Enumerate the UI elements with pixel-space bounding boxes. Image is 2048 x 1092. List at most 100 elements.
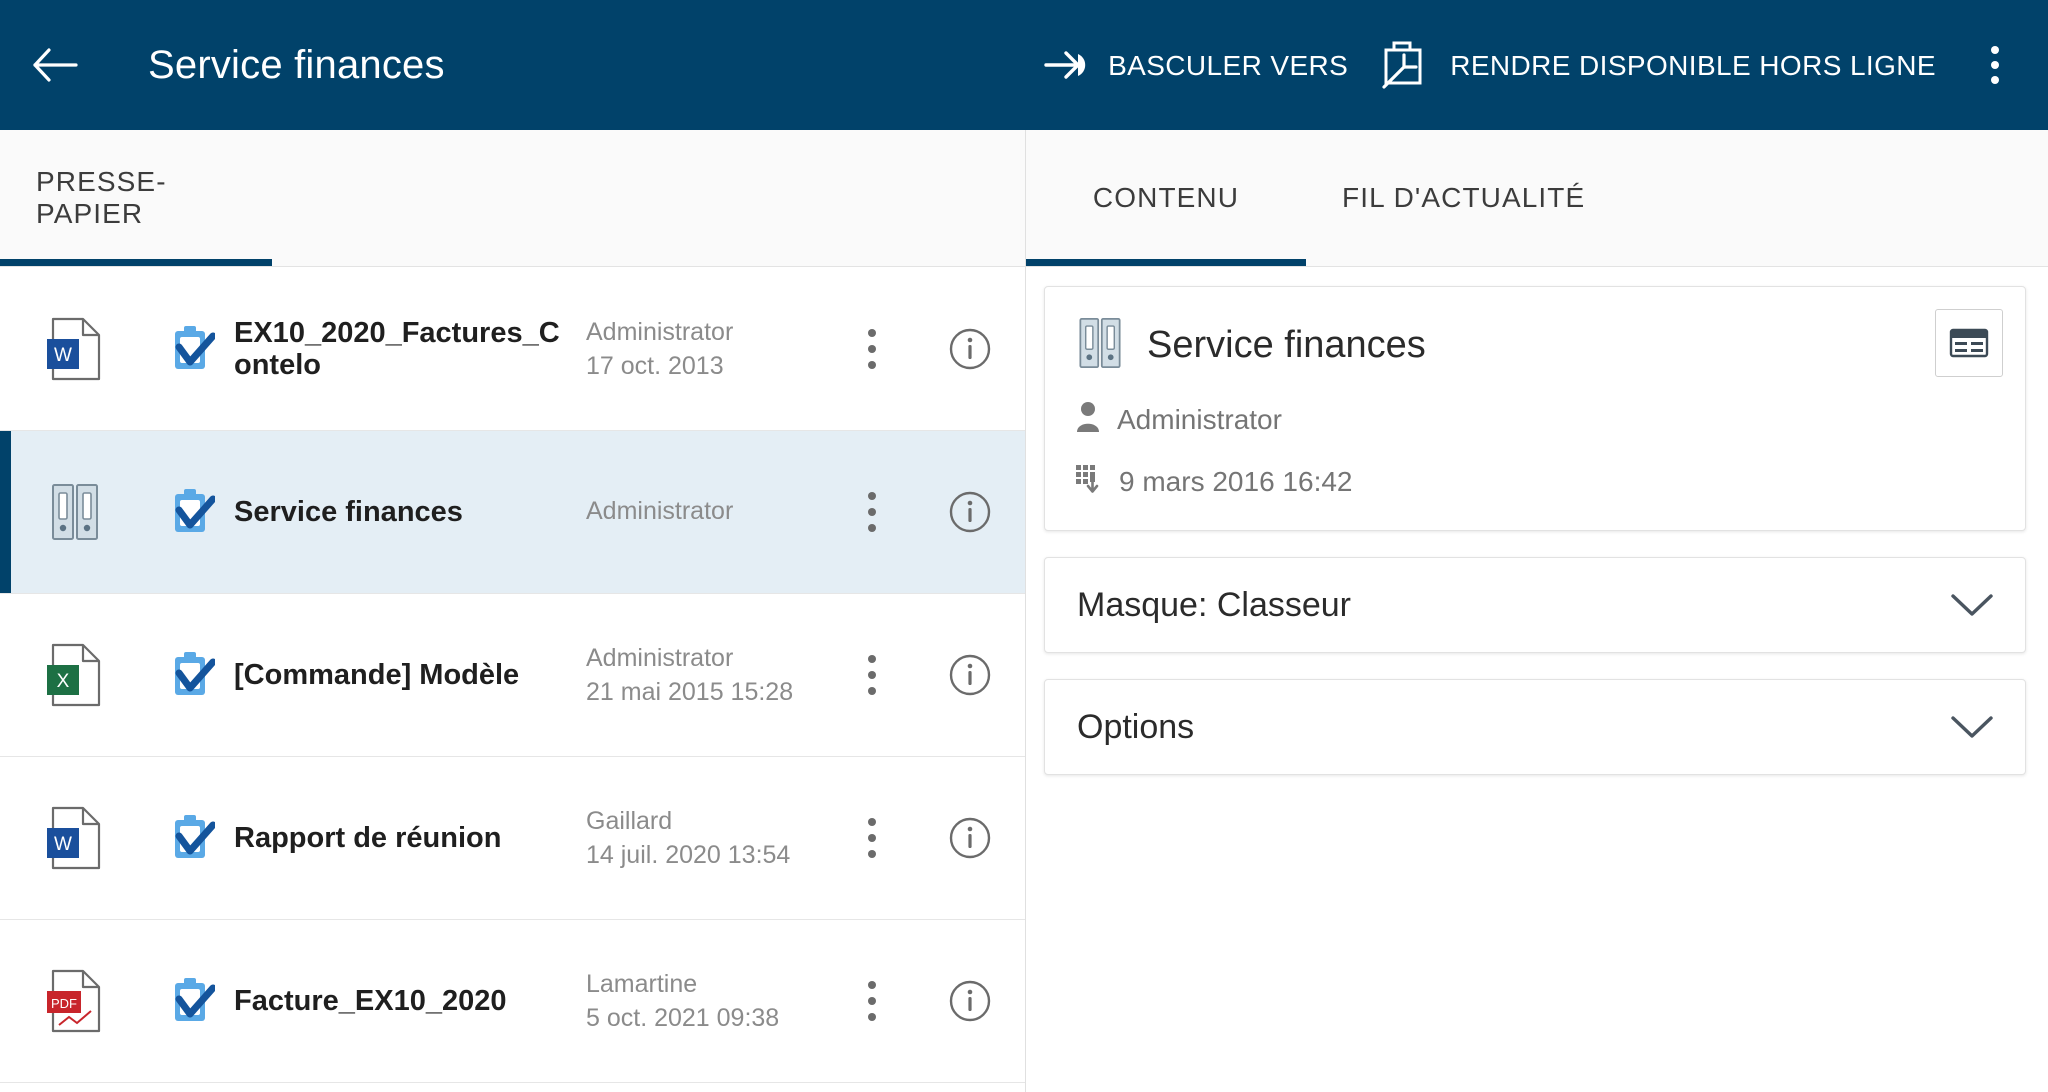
clipboard-check-icon [150,487,234,537]
list-item[interactable]: Service finances Administrator [0,431,1025,594]
kebab-menu-icon [868,492,876,532]
list-item-meta: Administrator 21 mai 2015 15:28 [582,642,829,708]
arrow-switch-icon [1044,51,1086,79]
accordion-options-label: Options [1077,707,1195,746]
calendar-date-icon [1075,463,1103,500]
detail-body: Service finances Administrator 9 mars 20… [1026,268,2048,1092]
word-document-icon: W [0,317,150,381]
list-item-info-button[interactable] [915,979,1025,1023]
briefcase-offline-icon [1382,41,1422,89]
switch-to-button[interactable]: BASCULER VERS [1028,0,1364,130]
info-circle-icon [949,980,991,1022]
left-panel: PRESSE-PAPIER W EX10_2020_Factures_Conte… [0,130,1026,1092]
list-item-meta: Gaillard 14 juil. 2020 13:54 [582,805,829,871]
list-item-date: 5 oct. 2021 09:38 [586,1004,780,1032]
tab-fil-actualite[interactable]: FIL D'ACTUALITÉ [1306,129,1621,266]
list-item-name: Service finances [234,495,463,528]
list-item-date: 21 mai 2015 15:28 [586,678,794,706]
list-item-info-button[interactable] [915,490,1025,534]
back-button[interactable] [0,0,110,130]
chevron-down-icon [1949,582,1995,628]
list-item-author: Administrator [586,644,734,672]
list-item-info-button[interactable] [915,327,1025,371]
switch-to-label: BASCULER VERS [1108,50,1349,81]
arrow-left-icon [33,48,78,82]
list-item-info-button[interactable] [915,653,1025,697]
clipboard-check-icon [150,976,234,1026]
svg-text:W: W [54,834,72,855]
pdf-document-icon: PDF [0,969,150,1033]
file-list[interactable]: W EX10_2020_Factures_Contelo Administrat… [0,268,1025,1092]
right-tabbar: CONTENU FIL D'ACTUALITÉ [1026,130,2048,267]
detail-card-title-row: Service finances [1075,315,1995,376]
tab-presse-papier-label: PRESSE-PAPIER [36,165,167,229]
detail-meta-date: 9 mars 2016 16:42 [1075,463,1995,500]
appbar-overflow-button[interactable] [1952,0,2038,130]
clipboard-check-icon [150,650,234,700]
info-circle-icon [949,654,991,696]
accordion-masque[interactable]: Masque: Classeur [1044,557,2026,653]
list-item-meta: Administrator [582,495,829,529]
list-item-name: [Commande] Modèle [234,658,520,691]
info-circle-icon [949,328,991,370]
list-item[interactable]: W EX10_2020_Factures_Contelo Administrat… [0,268,1025,431]
accordion-options[interactable]: Options [1044,679,2026,775]
list-item-date: 17 oct. 2013 [586,352,724,380]
chevron-down-icon [1949,704,1995,750]
left-tabbar: PRESSE-PAPIER [0,130,1025,267]
detail-author-text: Administrator [1117,403,1282,435]
body: PRESSE-PAPIER W EX10_2020_Factures_Conte… [0,130,2048,1092]
list-item-meta: Administrator 17 oct. 2013 [582,316,829,382]
list-item[interactable]: PDF Facture_EX10_2020 Lamartine 5 oct. 2… [0,920,1025,1083]
word-document-icon: W [0,806,150,870]
list-item[interactable]: W Rapport de réunion Gaillard 14 juil. 2… [0,757,1025,920]
detail-card-header: Service finances Administrator 9 mars 20… [1045,287,2025,530]
clipboard-check-icon [150,813,234,863]
svg-text:PDF: PDF [51,996,77,1011]
tab-contenu-label: CONTENU [1092,181,1240,213]
kebab-menu-icon [868,818,876,858]
detail-meta-author: Administrator [1075,400,1995,439]
info-circle-icon [949,817,991,859]
list-item-date: 14 juil. 2020 13:54 [586,841,791,869]
list-item-author: Administrator [586,318,734,346]
excel-document-icon: X [0,643,150,707]
page-title: Service finances [148,42,445,87]
kebab-menu-icon [868,329,876,369]
list-item-info-button[interactable] [915,816,1025,860]
make-offline-label: RENDRE DISPONIBLE HORS LIGNE [1450,50,1936,81]
info-circle-icon [949,491,991,533]
table-view-button[interactable] [1935,309,2003,377]
list-item-name: EX10_2020_Factures_Contelo [234,316,560,381]
binder-folder-icon [1075,315,1125,376]
tab-contenu[interactable]: CONTENU [1026,129,1306,266]
list-item-overflow-button[interactable] [829,981,915,1021]
tab-presse-papier[interactable]: PRESSE-PAPIER [0,129,272,266]
list-item-overflow-button[interactable] [829,492,915,532]
list-item-overflow-button[interactable] [829,329,915,369]
accordion-masque-label: Masque: Classeur [1077,585,1352,624]
clipboard-check-icon [150,324,234,374]
list-item-meta: Lamartine 5 oct. 2021 09:38 [582,968,829,1034]
svg-text:W: W [54,345,72,366]
list-item-author: Gaillard [586,807,673,835]
app-root: Service finances BASCULER VERS RENDRE DI… [0,0,2048,1092]
binder-folder-icon [0,481,150,543]
table-view-icon [1949,328,1989,358]
right-panel: CONTENU FIL D'ACTUALITÉ Service finances… [1026,130,2048,1092]
detail-card-title: Service finances [1147,324,1426,366]
list-item-overflow-button[interactable] [829,655,915,695]
detail-date-text: 9 mars 2016 16:42 [1119,465,1353,497]
tab-fil-actualite-label: FIL D'ACTUALITÉ [1342,181,1586,213]
app-bar: Service finances BASCULER VERS RENDRE DI… [0,0,2048,130]
list-item-overflow-button[interactable] [829,818,915,858]
list-item-name: Rapport de réunion [234,821,502,854]
kebab-menu-icon [1991,46,1999,84]
list-item-author: Lamartine [586,970,698,998]
list-item-name: Facture_EX10_2020 [234,984,507,1017]
kebab-menu-icon [868,981,876,1021]
list-item[interactable]: X [Commande] Modèle Administrator 21 mai… [0,594,1025,757]
list-item-author: Administrator [586,497,734,525]
detail-card: Service finances Administrator 9 mars 20… [1044,286,2026,531]
make-offline-button[interactable]: RENDRE DISPONIBLE HORS LIGNE [1364,0,1952,130]
